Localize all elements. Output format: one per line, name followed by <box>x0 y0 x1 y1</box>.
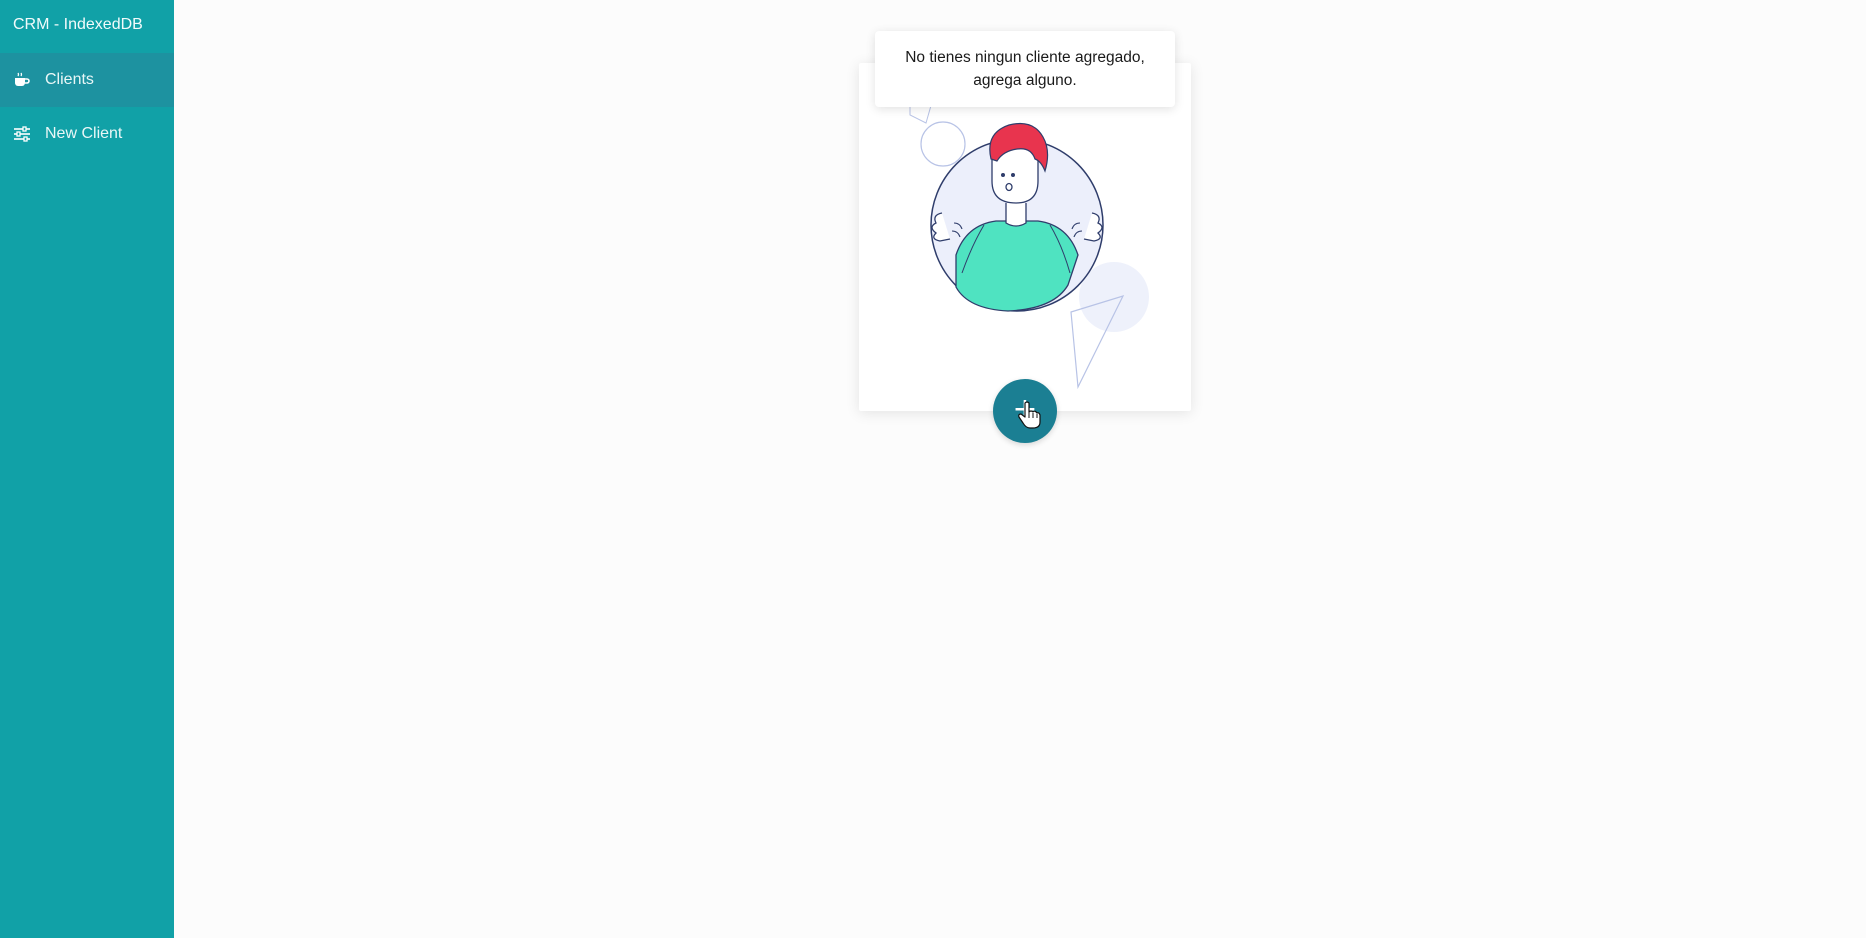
sidebar: CRM - IndexedDB Clients New Client <box>0 0 174 938</box>
sliders-icon <box>13 125 31 143</box>
app-root: CRM - IndexedDB Clients New Client No ti… <box>0 0 1866 938</box>
sidebar-item-label: Clients <box>45 71 94 88</box>
main-content: No tienes ningun cliente agregado, agreg… <box>174 0 1866 938</box>
app-title: CRM - IndexedDB <box>13 16 143 33</box>
empty-state-illustration <box>909 95 1149 390</box>
sidebar-item-clients[interactable]: Clients <box>0 53 174 107</box>
sidebar-item-new-client[interactable]: New Client <box>0 107 174 161</box>
sidebar-item-label: New Client <box>45 125 123 142</box>
pointer-hand-icon <box>1018 401 1041 429</box>
empty-state-tooltip: No tienes ningun cliente agregado, agreg… <box>875 31 1175 107</box>
coffee-icon <box>13 71 31 89</box>
empty-state-message: No tienes ningun cliente agregado, agreg… <box>905 49 1145 89</box>
